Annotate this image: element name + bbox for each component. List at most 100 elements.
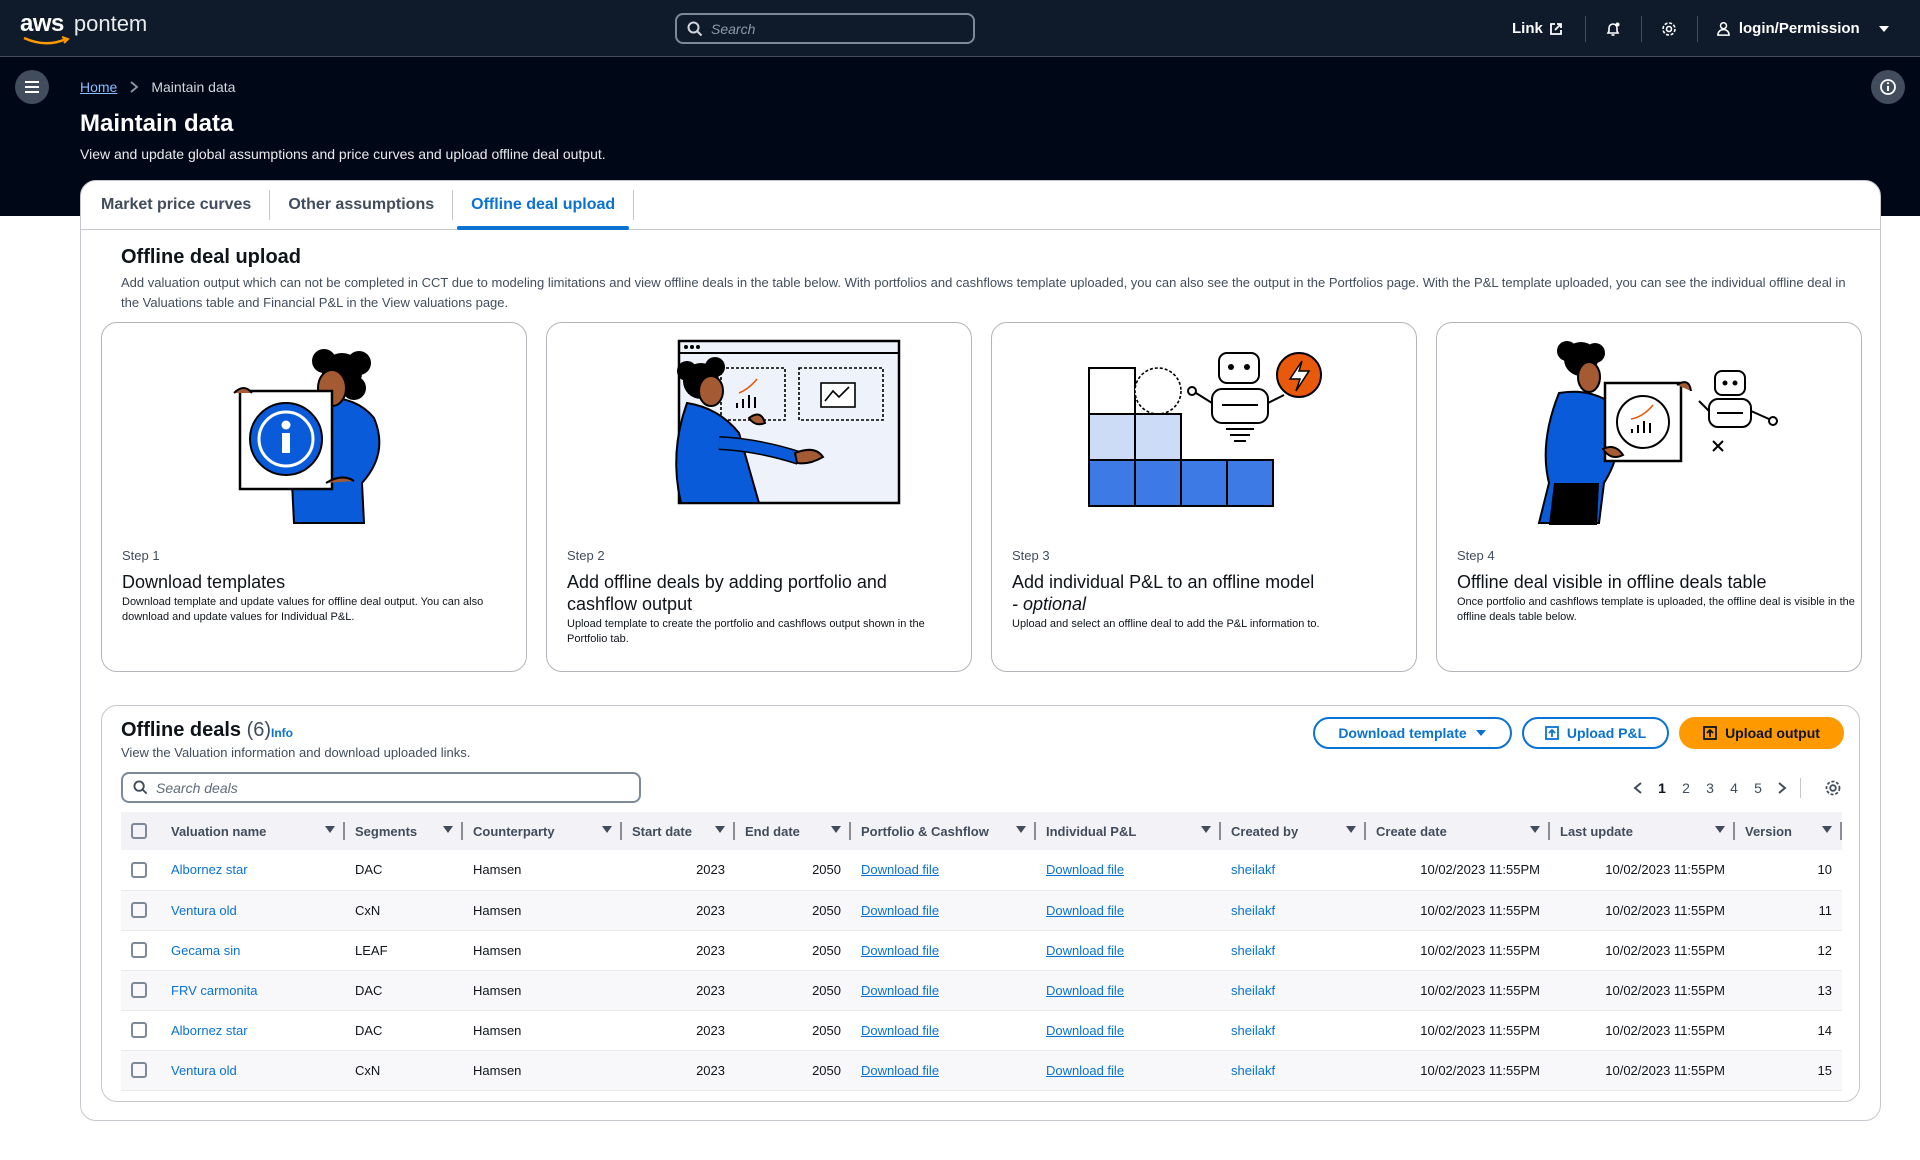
col-segments[interactable]: Segments <box>345 812 463 850</box>
col-created-by[interactable]: Created by <box>1221 812 1366 850</box>
col-individual-pl[interactable]: Individual P&L <box>1036 812 1221 850</box>
offline-deals-count: (6) <box>246 719 272 741</box>
row-checkbox[interactable] <box>131 902 147 919</box>
table-row: Albornez star DAC Hamsen 2023 2050 Downl… <box>121 1010 1842 1051</box>
col-counterparty[interactable]: Counterparty <box>463 812 622 850</box>
pl-download-link[interactable]: Download file <box>1046 983 1124 998</box>
col-create-date[interactable]: Create date <box>1366 812 1550 850</box>
help-panel-button[interactable] <box>1871 70 1905 104</box>
global-search[interactable] <box>675 13 975 44</box>
upload-output-button[interactable]: Upload output <box>1679 717 1844 749</box>
aws-logo: aws <box>20 10 64 37</box>
col-version-label: Version <box>1745 823 1792 839</box>
tab-market-price-curves[interactable]: Market price curves <box>83 190 271 220</box>
brand-logo[interactable]: aws pontem <box>20 10 147 45</box>
external-link[interactable]: Link <box>1500 15 1586 42</box>
pl-download-link[interactable]: Download file <box>1046 1023 1124 1038</box>
pl-download-link[interactable]: Download file <box>1046 943 1124 958</box>
hamburger-menu-button[interactable] <box>15 70 49 104</box>
page-title: Maintain data <box>80 110 234 137</box>
settings-button[interactable] <box>1642 15 1698 42</box>
row-checkbox[interactable] <box>131 982 147 999</box>
breadcrumb-home[interactable]: Home <box>80 79 117 95</box>
col-start-date[interactable]: Start date <box>622 812 735 850</box>
chevron-right-icon[interactable] <box>1770 781 1794 795</box>
step-card-3: Step 3 Add individual P&L to an offline … <box>991 322 1417 672</box>
caret-down-icon <box>1878 25 1889 32</box>
step-3-illustration <box>992 333 1416 533</box>
info-link[interactable]: Info <box>271 726 293 740</box>
portfolio-download-link[interactable]: Download file <box>861 943 939 958</box>
valuation-name-link[interactable]: Gecama sin <box>161 930 345 971</box>
col-valuation-name[interactable]: Valuation name <box>161 812 345 850</box>
pl-download-link[interactable]: Download file <box>1046 862 1124 877</box>
page-4[interactable]: 4 <box>1722 780 1746 796</box>
row-checkbox[interactable] <box>131 942 147 959</box>
start-date-cell: 2023 <box>622 1010 735 1051</box>
settings-icon[interactable] <box>1824 779 1842 797</box>
col-version[interactable]: Version <box>1735 812 1842 850</box>
link-label: Link <box>1512 20 1543 37</box>
pl-download-link[interactable]: Download file <box>1046 1063 1124 1078</box>
valuation-name-link[interactable]: Ventura old <box>161 1050 345 1091</box>
created-by-link[interactable]: sheilakf <box>1221 1010 1366 1051</box>
page-5[interactable]: 5 <box>1746 780 1770 796</box>
notifications-button[interactable] <box>1586 15 1642 42</box>
col-portfolio-cashflow[interactable]: Portfolio & Cashflow <box>851 812 1036 850</box>
end-date-cell: 2050 <box>735 970 851 1011</box>
created-by-link[interactable]: sheilakf <box>1221 1050 1366 1091</box>
tab-offline-deal-upload[interactable]: Offline deal upload <box>453 190 635 230</box>
offline-deals-title-text: Offline deals <box>121 719 242 741</box>
last-update-cell: 10/02/2023 11:55PM <box>1550 890 1735 931</box>
pagination: 1 2 3 4 5 <box>1626 778 1842 798</box>
row-checkbox[interactable] <box>131 1022 147 1039</box>
col-start-date-label: Start date <box>632 823 692 839</box>
table-row: Ventura old CxN Hamsen 2023 2050 Downloa… <box>121 1050 1842 1091</box>
sort-icon <box>1016 826 1026 833</box>
version-cell: 10 <box>1735 850 1842 891</box>
hamburger-icon <box>25 81 39 93</box>
col-end-date[interactable]: End date <box>735 812 851 850</box>
portfolio-download-link[interactable]: Download file <box>861 1063 939 1078</box>
row-checkbox[interactable] <box>131 1062 147 1079</box>
col-last-update[interactable]: Last update <box>1550 812 1735 850</box>
tab-other-assumptions[interactable]: Other assumptions <box>270 190 454 220</box>
portfolio-download-link[interactable]: Download file <box>861 903 939 918</box>
last-update-cell: 10/02/2023 11:55PM <box>1550 970 1735 1011</box>
portfolio-download-link[interactable]: Download file <box>861 983 939 998</box>
step-3-title-text: Add individual P&L to an offline model <box>1012 572 1315 592</box>
download-template-button[interactable]: Download template <box>1313 717 1512 749</box>
valuation-name-link[interactable]: Albornez star <box>161 850 345 891</box>
step-4-illustration <box>1437 333 1861 533</box>
portfolio-download-link[interactable]: Download file <box>861 862 939 877</box>
created-by-link[interactable]: sheilakf <box>1221 850 1366 891</box>
created-by-link[interactable]: sheilakf <box>1221 930 1366 971</box>
chevron-left-icon[interactable] <box>1626 781 1650 795</box>
deals-search[interactable] <box>121 772 641 803</box>
pl-download-link[interactable]: Download file <box>1046 903 1124 918</box>
last-update-cell: 10/02/2023 11:55PM <box>1550 1050 1735 1091</box>
portfolio-download-link[interactable]: Download file <box>861 1023 939 1038</box>
sort-icon <box>831 826 841 833</box>
nav-utilities: Link login/Permission <box>1500 0 1890 57</box>
row-checkbox[interactable] <box>131 862 147 879</box>
end-date-cell: 2050 <box>735 890 851 931</box>
created-by-link[interactable]: sheilakf <box>1221 890 1366 931</box>
page-1[interactable]: 1 <box>1650 780 1674 796</box>
start-date-cell: 2023 <box>622 970 735 1011</box>
version-cell: 11 <box>1735 890 1842 931</box>
valuation-name-link[interactable]: Albornez star <box>161 1010 345 1051</box>
page-3[interactable]: 3 <box>1698 780 1722 796</box>
valuation-name-link[interactable]: Ventura old <box>161 890 345 931</box>
page-2[interactable]: 2 <box>1674 780 1698 796</box>
upload-pl-button[interactable]: Upload P&L <box>1522 717 1669 749</box>
created-by-link[interactable]: sheilakf <box>1221 970 1366 1011</box>
select-all-checkbox[interactable] <box>131 823 147 840</box>
caret-down-icon <box>1475 730 1486 736</box>
user-menu[interactable]: login/Permission <box>1698 20 1890 37</box>
end-date-cell: 2050 <box>735 1010 851 1051</box>
deals-search-input[interactable] <box>156 779 626 796</box>
upload-icon <box>1703 726 1717 740</box>
global-search-input[interactable] <box>711 20 951 37</box>
valuation-name-link[interactable]: FRV carmonita <box>161 970 345 1011</box>
